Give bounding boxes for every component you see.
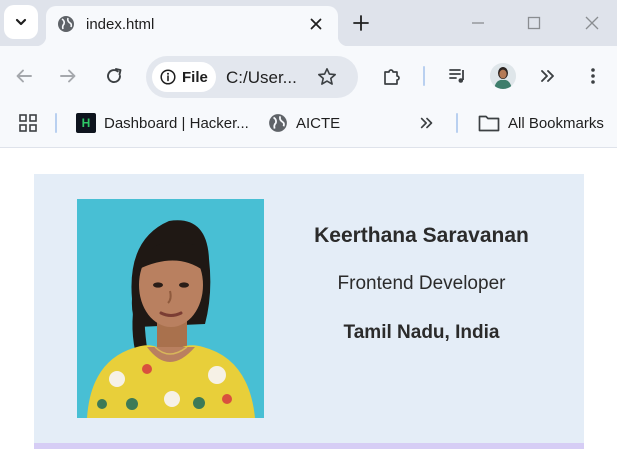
chevron-double-right-icon [420, 117, 433, 129]
new-tab-button[interactable] [350, 12, 372, 34]
bookmarks-overflow-button[interactable] [419, 104, 435, 142]
plus-icon [353, 15, 369, 31]
user-photo-icon [490, 63, 516, 89]
folder-icon [478, 115, 500, 132]
kebab-menu-icon [591, 68, 595, 84]
forward-button[interactable] [57, 65, 79, 87]
browser-toolbar: File C:/User... [0, 46, 617, 104]
site-chip-label: File [182, 68, 208, 86]
active-tab[interactable]: index.html [36, 6, 348, 46]
address-bar[interactable]: File C:/User... [146, 56, 358, 98]
profile-photo [77, 199, 264, 418]
browser-menu-button[interactable] [582, 65, 604, 87]
close-window-button[interactable] [581, 12, 603, 34]
chevron-down-icon [15, 18, 27, 26]
apps-grid-icon [19, 114, 37, 132]
bookmarks-divider [456, 113, 458, 133]
bookmarks-bar: H Dashboard | Hacker... AICTE All Bookma… [0, 104, 617, 148]
person-portrait-icon [77, 199, 264, 418]
chevron-double-right-icon [541, 70, 554, 82]
playlist-music-icon [449, 69, 464, 83]
site-info-chip[interactable]: File [152, 62, 216, 92]
close-icon [310, 18, 322, 30]
more-extensions-button[interactable] [537, 65, 559, 87]
reload-button[interactable] [103, 65, 125, 87]
bookmark-label: Dashboard | Hacker... [104, 114, 249, 132]
tab-strip: index.html [0, 0, 617, 46]
minimize-icon [472, 22, 484, 24]
url-text[interactable]: C:/User... [226, 68, 297, 88]
profile-avatar[interactable] [490, 63, 516, 89]
hackerrank-icon: H [76, 113, 96, 133]
extensions-button[interactable] [381, 65, 403, 87]
profile-role: Frontend Developer [337, 273, 506, 294]
back-button[interactable] [13, 65, 35, 87]
media-controls-button[interactable] [447, 65, 469, 87]
card-accent-bar [34, 443, 584, 449]
reload-icon [107, 68, 122, 83]
close-icon [585, 16, 599, 30]
toolbar-divider [423, 66, 425, 86]
tab-search-button[interactable] [4, 5, 38, 39]
arrow-left-icon [16, 69, 32, 83]
all-bookmarks-button[interactable]: All Bookmarks [478, 104, 604, 142]
bookmark-label: AICTE [296, 114, 341, 132]
star-icon [318, 68, 336, 85]
hackerrank-logo-letter: H [81, 116, 91, 130]
bookmarks-divider [55, 113, 57, 133]
tab-close-button[interactable] [306, 14, 326, 34]
bookmark-hackerrank[interactable]: H Dashboard | Hacker... [76, 104, 249, 142]
maximize-button[interactable] [523, 12, 545, 34]
bookmark-star-button[interactable] [316, 66, 338, 88]
all-bookmarks-label: All Bookmarks [508, 114, 604, 132]
globe-icon [58, 16, 74, 32]
puzzle-icon [384, 69, 400, 85]
profile-card: Keerthana Saravanan Frontend Developer T… [34, 174, 584, 449]
bookmark-aicte[interactable]: AICTE [268, 104, 340, 142]
profile-location: Tamil Nadu, India [343, 322, 500, 343]
tab-title: index.html [86, 16, 155, 33]
minimize-button[interactable] [467, 12, 489, 34]
apps-button[interactable] [18, 104, 38, 142]
globe-icon [269, 114, 287, 132]
profile-name: Keerthana Saravanan [314, 224, 529, 247]
page-viewport: Keerthana Saravanan Frontend Developer T… [0, 149, 617, 467]
arrow-right-icon [60, 69, 76, 83]
maximize-icon [527, 16, 541, 30]
info-icon [160, 69, 176, 85]
